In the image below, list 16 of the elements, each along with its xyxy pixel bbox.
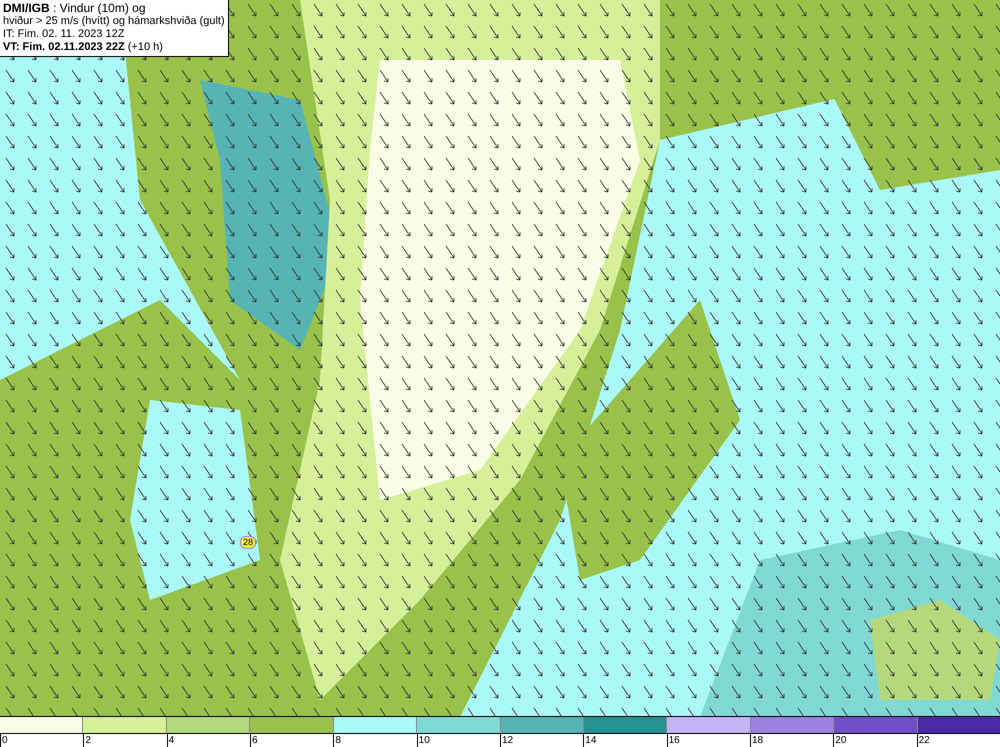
legend-tick-label: 4 — [166, 734, 250, 747]
title-line: hviður > 25 m/s (hvítt) og hámarkshviða (gult) — [3, 15, 225, 28]
legend-tick-label: 2 — [83, 734, 167, 747]
legend-tick-label: 8 — [333, 734, 417, 747]
title-line: DMI/IGB : Vindur (10m) og — [3, 2, 146, 15]
legend-tick-label: 14 — [583, 734, 667, 747]
legend-tick-label: 16 — [666, 734, 750, 747]
legend-tick-label: 0 — [0, 734, 84, 747]
legend-tick-label: 12 — [500, 734, 584, 747]
legend-tick-label: 6 — [250, 734, 334, 747]
title-line: VT: Fim. 02.11.2023 22Z (+10 h) — [3, 41, 164, 54]
legend-tick-label: 20 — [833, 734, 917, 747]
legend-tick-label: 18 — [750, 734, 834, 747]
legend-tick-label: 22 — [916, 734, 1000, 747]
title-line: IT: Fim. 02. 11. 2023 12Z — [3, 28, 126, 41]
legend-tick-label: 10 — [416, 734, 500, 747]
